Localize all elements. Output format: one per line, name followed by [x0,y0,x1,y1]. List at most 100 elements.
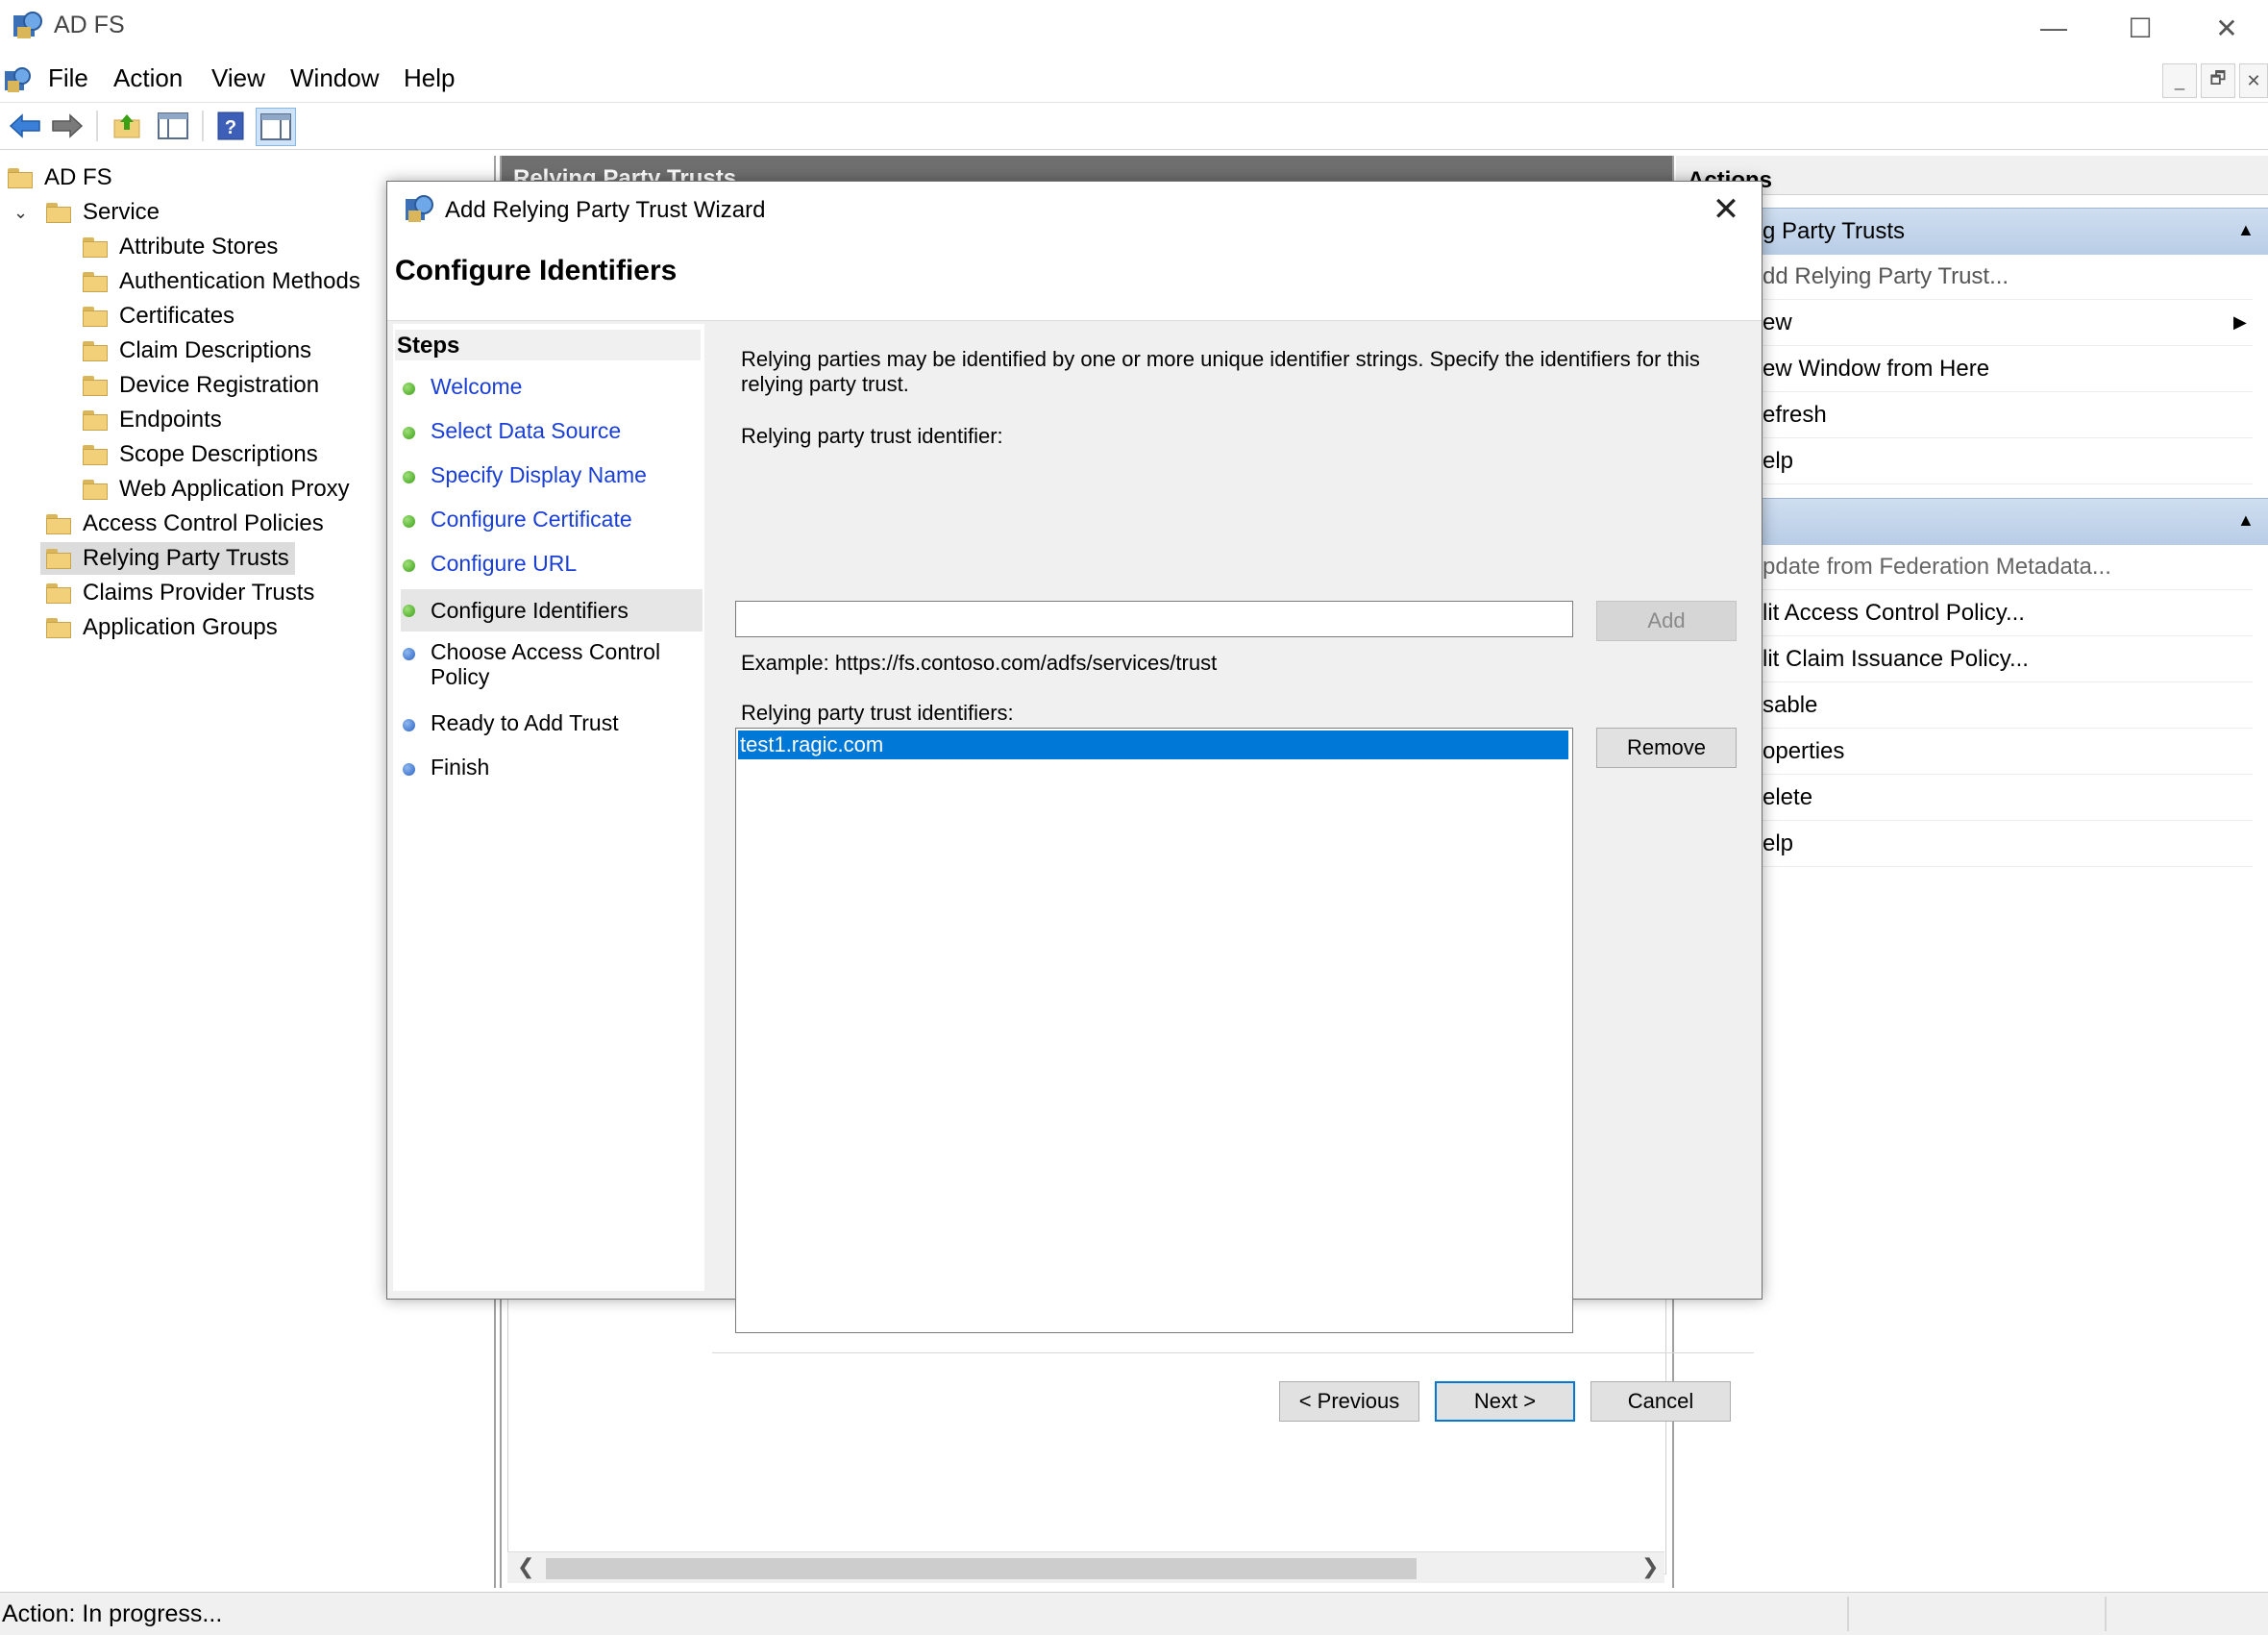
tree-item-relying-party-trusts[interactable]: Relying Party Trusts [40,542,295,575]
tree-item-service[interactable]: ⌄ Service [13,196,160,229]
step-label: Finish [431,755,490,780]
step-complete-icon [403,515,415,528]
steps-title: Steps [395,330,701,360]
list-item[interactable]: test1.ragic.com [738,731,1568,759]
cancel-button[interactable]: Cancel [1590,1381,1731,1422]
horizontal-scrollbar[interactable]: ❮ ❯ [507,1551,1664,1583]
maximize-button[interactable]: ☐ [2097,4,2183,52]
status-divider [1847,1597,1849,1631]
submenu-arrow-icon: ▶ [2233,312,2247,332]
action-edit-claim-issuance-policy[interactable]: lit Claim Issuance Policy... [1676,636,2253,682]
folder-icon [83,480,108,500]
tree-item-claim-descriptions[interactable]: Claim Descriptions [83,334,311,367]
action-edit-access-control-policy[interactable]: lit Access Control Policy... [1676,590,2253,636]
actions-section-relying-party-trusts[interactable]: g Party Trusts ▲ [1676,208,2268,255]
tree-item-application-groups[interactable]: Application Groups [46,611,278,644]
tree-item-web-application-proxy[interactable]: Web Application Proxy [83,473,350,506]
forward-arrow-icon[interactable] [48,108,86,144]
action-help-2[interactable]: elp [1676,821,2253,867]
minimize-button[interactable]: — [2010,4,2097,52]
step-welcome[interactable]: Welcome [401,374,703,400]
step-choose-access-control-policy: Choose Access Control Policy [401,639,703,689]
button-divider [712,1352,1754,1353]
close-window-button[interactable]: ✕ [2183,4,2268,52]
step-select-data-source[interactable]: Select Data Source [401,418,703,444]
show-hide-console-tree-icon[interactable] [154,108,192,144]
scrollbar-thumb[interactable] [546,1558,1417,1579]
action-help[interactable]: elp [1676,438,2253,484]
back-arrow-icon[interactable] [6,108,44,144]
remove-button[interactable]: Remove [1596,728,1737,768]
folder-icon [83,307,108,327]
results-pane-header: Relying Party Trusts [502,156,1672,191]
dialog-close-button[interactable]: ✕ [1702,187,1750,232]
tree-item-claims-provider-trusts[interactable]: Claims Provider Trusts [46,577,314,609]
folder-icon [83,237,108,258]
child-minimize-button[interactable]: _ [2162,63,2197,98]
app-title: AD FS [54,12,125,38]
action-delete[interactable]: elete [1676,775,2253,821]
tree-item-label: Attribute Stores [119,234,279,260]
next-button[interactable]: Next > [1435,1381,1575,1422]
folder-icon [46,583,71,604]
collapse-arrow-icon[interactable]: ▲ [2237,510,2255,531]
tree-item-endpoints[interactable]: Endpoints [83,404,222,436]
add-relying-party-trust-wizard: Add Relying Party Trust Wizard ✕ Configu… [386,181,1763,1422]
scroll-left-icon[interactable]: ❮ [517,1554,534,1579]
identifiers-label: Relying party trust identifiers: [741,701,1014,725]
action-new-window-from-here[interactable]: ew Window from Here [1676,346,2253,392]
scroll-right-icon[interactable]: ❯ [1641,1554,1659,1579]
action-properties[interactable]: operties [1676,729,2253,775]
mmc-system-menu-icon[interactable] [2,63,35,96]
dialog-title-bar: Add Relying Party Trust Wizard ✕ [387,182,1762,237]
step-label: Configure Identifiers [431,597,629,623]
step-label: Choose Access Control Policy [431,639,661,689]
dialog-title: Add Relying Party Trust Wizard [445,197,766,223]
add-button[interactable]: Add [1596,601,1737,641]
menu-view[interactable]: View [211,63,265,93]
menu-file[interactable]: File [48,63,88,93]
tree-item-label: Web Application Proxy [119,476,350,502]
tree-item-attribute-stores[interactable]: Attribute Stores [83,231,278,263]
step-label: Configure URL [431,551,578,576]
previous-button[interactable]: < Previous [1279,1381,1419,1422]
menu-window[interactable]: Window [290,63,379,93]
tree-item-authentication-methods[interactable]: Authentication Methods [83,265,360,298]
child-restore-button[interactable]: 🗗 [2201,63,2235,98]
tree-item-access-control-policies[interactable]: Access Control Policies [46,508,324,540]
step-configure-certificate[interactable]: Configure Certificate [401,507,703,533]
folder-icon [8,168,33,188]
tree-item-adfs-root[interactable]: AD FS [8,161,112,194]
step-complete-icon [403,471,415,483]
show-hide-action-pane-icon[interactable] [256,108,296,146]
action-view[interactable]: ew ▶ [1676,300,2253,346]
identifiers-list[interactable]: test1.ragic.com [735,728,1573,1333]
step-configure-identifiers: Configure Identifiers [401,589,703,632]
actions-section-selected-item[interactable]: ▲ [1676,498,2268,545]
identifier-input[interactable] [735,601,1573,637]
identifier-label: Relying party trust identifier: [741,424,1003,448]
chevron-down-icon[interactable]: ⌄ [13,203,35,223]
folder-icon [83,341,108,361]
action-refresh[interactable]: efresh [1676,392,2253,438]
tree-item-scope-descriptions[interactable]: Scope Descriptions [83,438,318,471]
step-label: Welcome [431,374,523,399]
collapse-arrow-icon[interactable]: ▲ [2237,220,2255,240]
up-folder-icon[interactable] [108,108,146,144]
action-add-relying-party-trust[interactable]: dd Relying Party Trust... [1676,254,2253,300]
menu-help[interactable]: Help [404,63,455,93]
action-disable[interactable]: sable [1676,682,2253,729]
action-update-from-federation-metadata[interactable]: pdate from Federation Metadata... [1676,544,2253,590]
step-specify-display-name[interactable]: Specify Display Name [401,462,703,488]
step-configure-url[interactable]: Configure URL [401,551,703,577]
tree-item-device-registration[interactable]: Device Registration [83,369,319,402]
tree-item-certificates[interactable]: Certificates [83,300,234,333]
child-close-button[interactable]: ✕ [2239,63,2268,98]
steps-title-label: Steps [397,333,460,359]
folder-icon [46,514,71,534]
tree-item-label: Endpoints [119,407,222,433]
tree-item-label: Application Groups [83,614,278,640]
toolbar-separator [96,111,98,141]
menu-action[interactable]: Action [113,63,183,93]
help-icon[interactable]: ? [211,108,250,144]
